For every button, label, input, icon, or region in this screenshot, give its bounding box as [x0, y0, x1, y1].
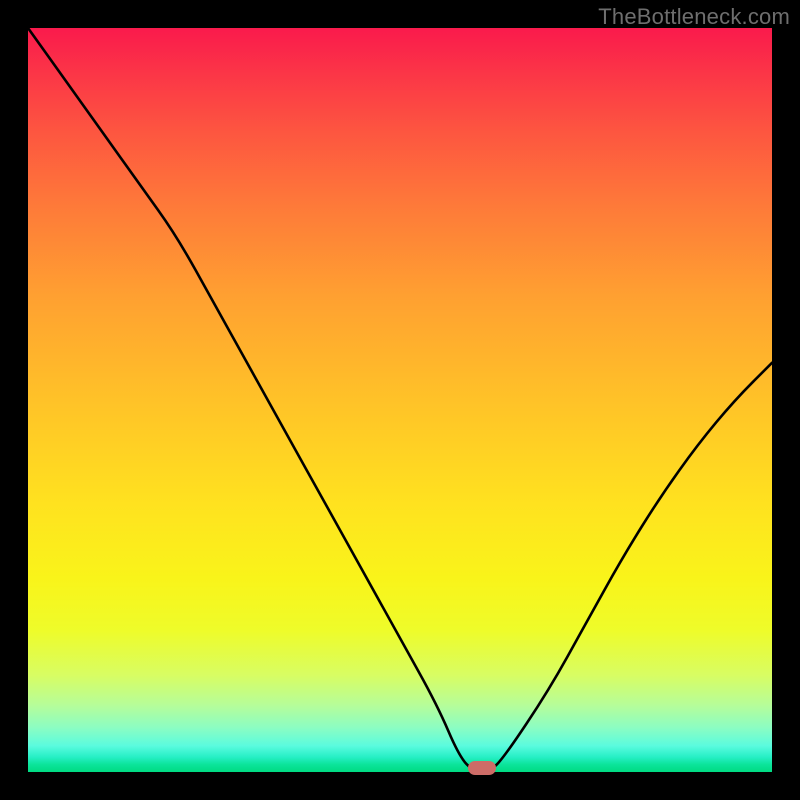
bottleneck-curve-path: [28, 28, 772, 772]
plot-area: [28, 28, 772, 772]
bottleneck-curve-svg: [28, 28, 772, 772]
watermark-text: TheBottleneck.com: [598, 4, 790, 30]
optimum-marker: [468, 761, 496, 775]
chart-frame: TheBottleneck.com: [0, 0, 800, 800]
